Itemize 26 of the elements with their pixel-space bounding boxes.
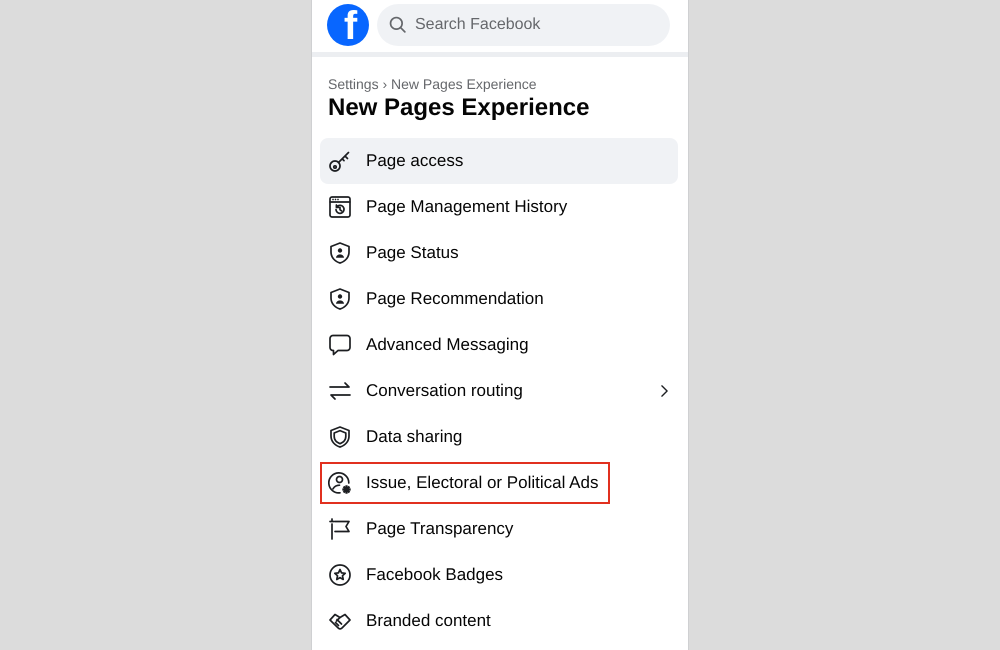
person-gear-icon bbox=[328, 471, 352, 495]
search-field[interactable]: Search Facebook bbox=[377, 4, 670, 46]
menu-item[interactable]: Page Transparency bbox=[320, 506, 678, 552]
logo[interactable]: f bbox=[327, 4, 369, 46]
swap-arrows-icon bbox=[328, 379, 352, 403]
shield-person-icon bbox=[328, 241, 352, 265]
page-title: New Pages Experience bbox=[327, 93, 590, 123]
flag-icon bbox=[328, 517, 352, 541]
menu-item[interactable]: Branded content bbox=[320, 598, 678, 644]
breadcrumb: Settings › New Pages Experience bbox=[327, 75, 538, 93]
history-icon bbox=[328, 195, 352, 219]
speech-bubble-icon bbox=[328, 333, 352, 357]
menu-item[interactable]: Issue, Electoral or Political Ads bbox=[320, 462, 610, 504]
menu-item[interactable]: Data sharing bbox=[320, 414, 678, 460]
menu-item[interactable]: Facebook Badges bbox=[320, 552, 678, 598]
menu-item[interactable]: Page access bbox=[320, 138, 678, 184]
menu-item[interactable]: Page Status bbox=[320, 230, 678, 276]
menu-item[interactable]: Page Recommendation bbox=[320, 276, 678, 322]
search-icon bbox=[389, 16, 406, 33]
shield-person-icon bbox=[328, 287, 352, 311]
shield-icon bbox=[328, 425, 352, 449]
star-badge-icon bbox=[328, 563, 352, 587]
key-icon bbox=[328, 149, 352, 173]
menu-item[interactable]: Page Management History bbox=[320, 184, 678, 230]
menu-item[interactable]: Conversation routing bbox=[320, 368, 678, 414]
menu-item[interactable]: Advanced Messaging bbox=[320, 322, 678, 368]
